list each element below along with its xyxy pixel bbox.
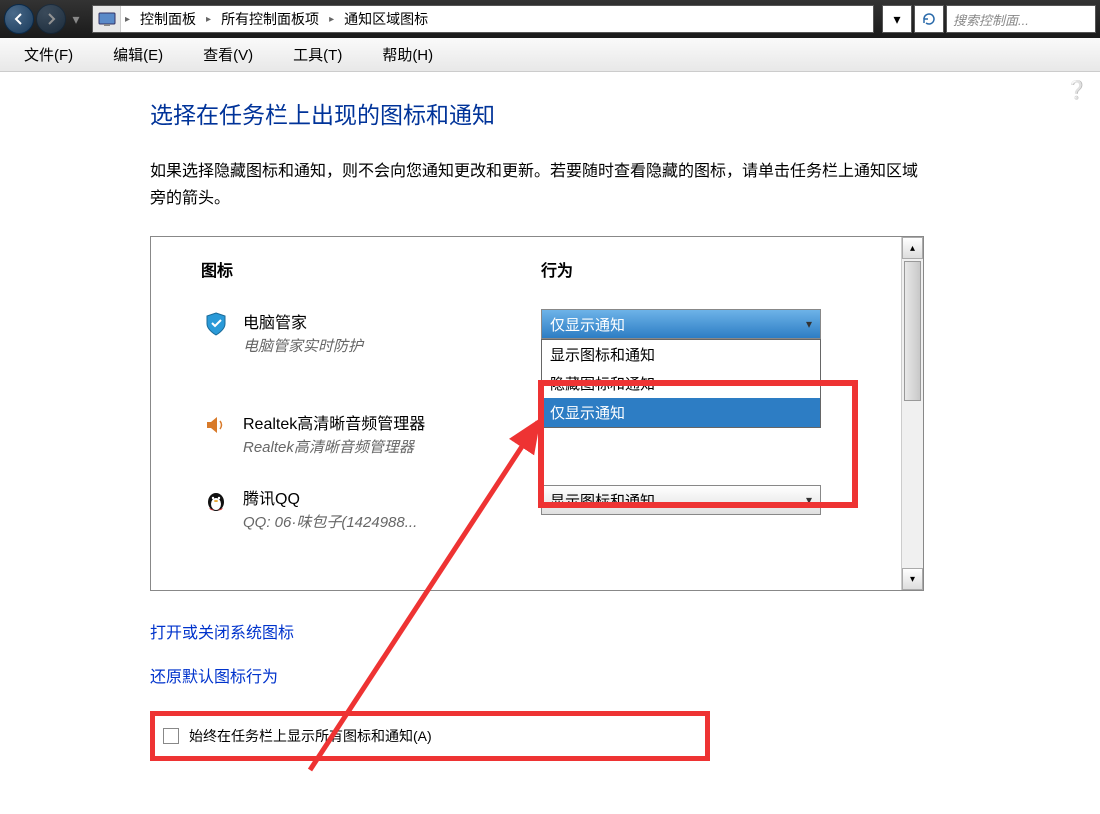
app-subtitle: Realtek高清晰音频管理器 [243,436,541,457]
forward-button[interactable] [36,4,66,34]
dropdown-option[interactable]: 隐藏图标和通知 [542,369,820,398]
back-button[interactable] [4,4,34,34]
refresh-button[interactable] [914,5,944,33]
menu-view[interactable]: 查看(V) [195,40,261,69]
app-name: 腾讯QQ [243,485,541,509]
menu-edit[interactable]: 编辑(E) [105,40,171,69]
navigation-bar: ▾ ▸ 控制面板 ▸ 所有控制面板项 ▸ 通知区域图标 ▾ 搜索控制面... [0,0,1100,38]
behavior-select[interactable]: 显示图标和通知 [541,485,821,515]
app-subtitle: 电脑管家实时防护 [243,335,541,356]
breadcrumb-separator: ▸ [325,14,338,25]
behavior-select[interactable]: 仅显示通知 [541,309,821,339]
list-header: 图标 行为 [201,257,871,281]
app-subtitle: QQ: 06·味包子(1424988... [243,511,541,532]
always-show-checkbox-row: 始终在任务栏上显示所有图标和通知(A) [150,711,710,761]
breadcrumb-all-items[interactable]: 所有控制面板项 [215,6,325,32]
scroll-thumb[interactable] [904,261,921,401]
shield-icon [201,309,231,339]
breadcrumb-separator: ▸ [202,14,215,25]
menu-file[interactable]: 文件(F) [16,40,81,69]
address-bar[interactable]: ▸ 控制面板 ▸ 所有控制面板项 ▸ 通知区域图标 [92,5,874,33]
icon-list-container: 图标 行为 电脑管家 电脑管家实时防护 仅显示通知 显示图标和通知 [150,236,924,591]
behavior-dropdown: 显示图标和通知 隐藏图标和通知 仅显示通知 [541,339,821,428]
column-header-behavior: 行为 [541,257,871,281]
checkbox-label: 始终在任务栏上显示所有图标和通知(A) [189,726,432,746]
control-panel-icon [93,6,121,32]
column-header-icon: 图标 [201,257,541,281]
scrollbar: ▴ ▾ [901,237,923,590]
scroll-down-button[interactable]: ▾ [902,568,923,590]
link-system-icons[interactable]: 打开或关闭系统图标 [150,625,294,642]
scroll-up-button[interactable]: ▴ [902,237,923,259]
list-item: 腾讯QQ QQ: 06·味包子(1424988... 显示图标和通知 [201,485,871,532]
menu-help[interactable]: 帮助(H) [374,40,441,69]
content-area: 选择在任务栏上出现的图标和通知 如果选择隐藏图标和通知，则不会向您通知更改和更新… [0,72,1100,761]
dropdown-option-selected[interactable]: 仅显示通知 [542,398,820,427]
select-value: 显示图标和通知 [550,490,655,511]
address-dropdown-button[interactable]: ▾ [882,5,912,33]
link-restore-defaults[interactable]: 还原默认图标行为 [150,669,278,686]
select-value: 仅显示通知 [550,314,625,335]
menu-bar: 文件(F) 编辑(E) 查看(V) 工具(T) 帮助(H) [0,38,1100,72]
dropdown-option[interactable]: 显示图标和通知 [542,340,820,369]
nav-history-dropdown[interactable]: ▾ [68,11,84,28]
search-placeholder: 搜索控制面... [953,10,1029,29]
breadcrumb-separator: ▸ [121,14,134,25]
speaker-icon [201,410,231,440]
app-name: Realtek高清晰音频管理器 [243,410,541,434]
page-title: 选择在任务栏上出现的图标和通知 [150,96,1100,130]
always-show-checkbox[interactable] [163,728,179,744]
breadcrumb-control-panel[interactable]: 控制面板 [134,6,202,32]
menu-tools[interactable]: 工具(T) [285,40,350,69]
app-name: 电脑管家 [243,309,541,333]
breadcrumb-notification-icons[interactable]: 通知区域图标 [338,6,434,32]
list-item: 电脑管家 电脑管家实时防护 仅显示通知 显示图标和通知 隐藏图标和通知 仅显示通… [201,309,871,356]
search-input[interactable]: 搜索控制面... [946,5,1096,33]
page-description: 如果选择隐藏图标和通知，则不会向您通知更改和更新。若要随时查看隐藏的图标，请单击… [150,158,920,212]
qq-penguin-icon [201,485,231,515]
